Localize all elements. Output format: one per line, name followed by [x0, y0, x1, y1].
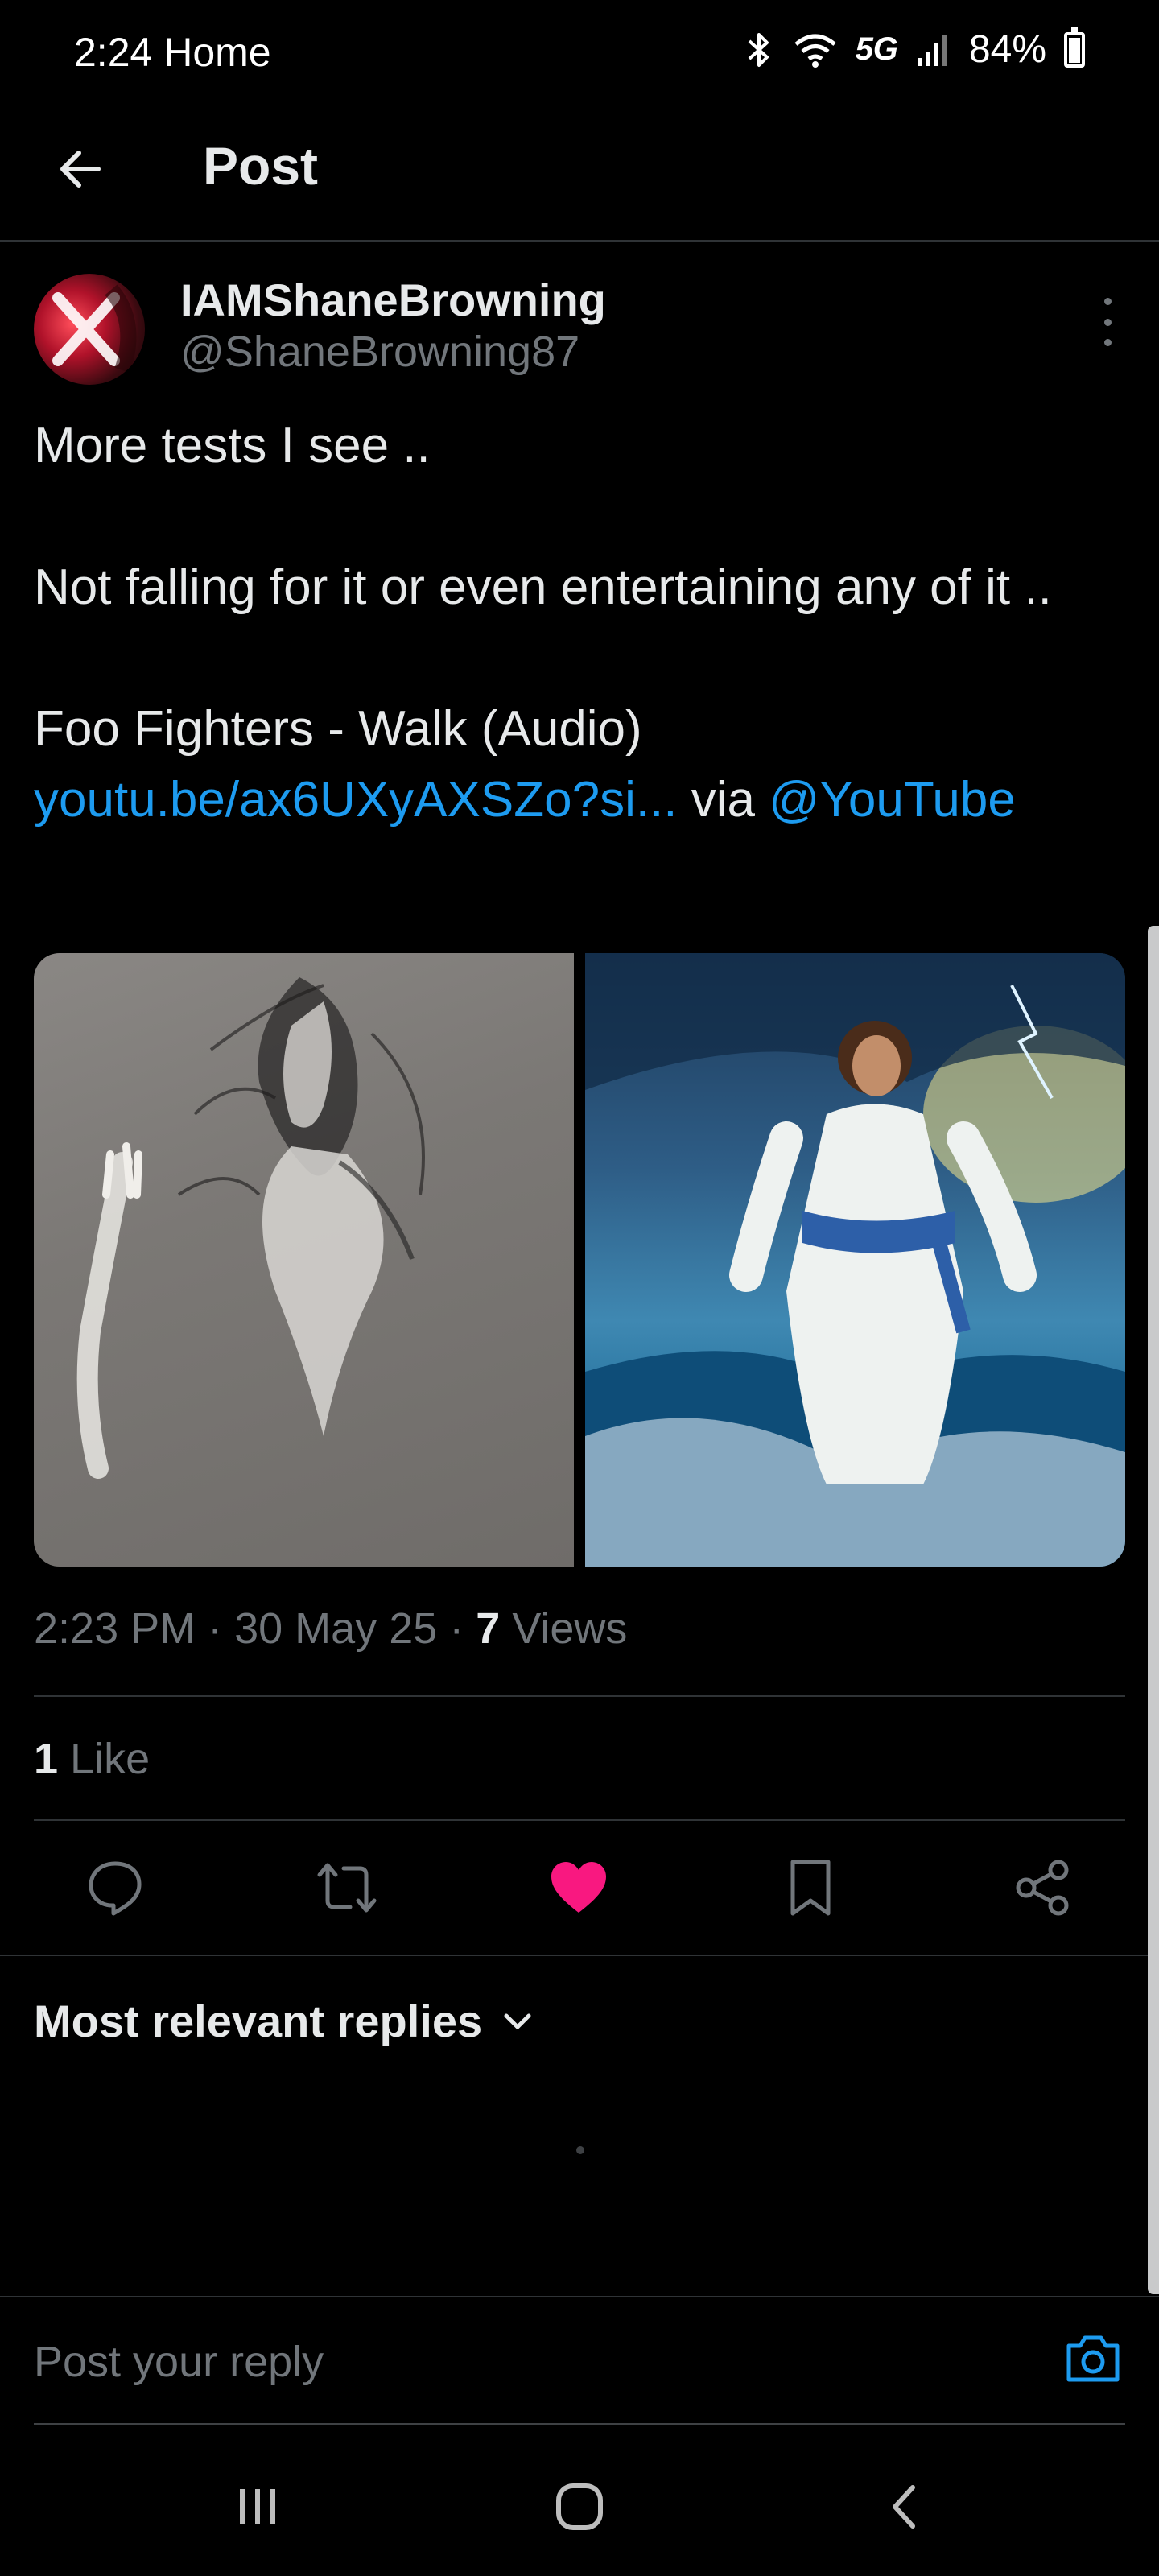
mention-youtube[interactable]: @YouTube	[769, 772, 1016, 828]
author-name[interactable]: IAMShaneBrowning	[180, 274, 606, 326]
sketch-drawing	[76, 977, 425, 1479]
scrollbar[interactable]	[1148, 926, 1159, 2294]
likes-count: 1	[34, 1735, 59, 1783]
camera-button[interactable]	[1061, 2326, 1125, 2391]
like-button[interactable]	[542, 1852, 615, 1924]
home-icon	[556, 2483, 603, 2530]
sketch-image[interactable]	[34, 953, 574, 1567]
reply-input[interactable]	[34, 2322, 1032, 2402]
status-time: 2:24 Home	[74, 30, 271, 75]
replies-sort-dropdown[interactable]: Most relevant replies	[34, 1995, 534, 2047]
post-meta: 2:23 PM · 30 May 25 · 7 Views	[34, 1604, 628, 1653]
divider	[34, 1695, 1125, 1697]
song-title: Foo Fighters - Walk (Audio)	[34, 701, 642, 757]
battery-percent: 84%	[968, 28, 1046, 71]
wifi-icon	[793, 31, 838, 68]
camera-icon	[1066, 2335, 1120, 2382]
post-media	[34, 953, 1125, 1567]
network-type: 5G	[855, 31, 898, 67]
bluetooth-icon	[743, 30, 775, 70]
post-text-line: More tests I see ..	[34, 418, 431, 473]
painting-scene	[585, 953, 1125, 1567]
divider	[0, 1955, 1159, 1956]
repost-button[interactable]	[311, 1852, 383, 1924]
post-actions	[0, 1843, 1159, 1932]
likes-label: Like	[58, 1735, 151, 1783]
reply-underline	[34, 2423, 1125, 2425]
chat-bubble-icon	[89, 1861, 142, 1916]
heart-filled-icon	[551, 1862, 606, 1913]
post-text-line: Not falling for it or even entertaining …	[34, 559, 1052, 615]
views-count[interactable]: 7	[476, 1604, 500, 1653]
repost-icon	[317, 1863, 377, 1913]
home-button[interactable]	[539, 2475, 620, 2539]
avatar-image	[52, 284, 137, 374]
avatar[interactable]	[34, 274, 145, 385]
top-app-bar: Post	[0, 105, 1159, 242]
system-back-button[interactable]	[864, 2475, 945, 2539]
status-icons: 5G 84%	[743, 27, 1085, 72]
recent-apps-icon	[240, 2489, 275, 2524]
post-date: 30 May 25	[234, 1604, 438, 1653]
bookmark-button[interactable]	[774, 1852, 847, 1924]
recent-apps-button[interactable]	[217, 2475, 298, 2539]
post-body: More tests I see .. Not falling for it o…	[34, 411, 1128, 836]
reply-button[interactable]	[79, 1852, 151, 1924]
divider	[34, 1819, 1125, 1821]
walking-on-water-image[interactable]	[585, 953, 1125, 1567]
share-icon	[1016, 1860, 1069, 1916]
bookmark-icon	[790, 1860, 831, 1916]
page-title: Post	[203, 136, 319, 196]
post-text-line: Foo Fighters - Walk (Audio) youtu.be/ax6…	[34, 694, 1128, 836]
more-options-button[interactable]	[1091, 298, 1124, 346]
arrow-left-icon	[60, 151, 101, 188]
signal-icon	[916, 32, 951, 68]
views-label[interactable]: Views	[500, 1604, 627, 1653]
status-bar: 2:24 Home 5G 84%	[0, 0, 1159, 105]
more-vertical-icon	[1103, 298, 1112, 305]
chevron-down-icon	[504, 2013, 531, 2029]
system-navigation-bar	[0, 2439, 1159, 2576]
replies-sort-label: Most relevant replies	[34, 1996, 483, 2046]
loading-indicator	[576, 2146, 584, 2154]
author-handle[interactable]: @ShaneBrowning87	[180, 327, 580, 377]
via-text: via	[677, 772, 769, 828]
youtube-link[interactable]: youtu.be/ax6UXyAXSZo?si...	[34, 772, 678, 828]
post-time: 2:23 PM	[34, 1604, 196, 1653]
share-button[interactable]	[1006, 1852, 1079, 1924]
chevron-left-icon	[893, 2485, 915, 2529]
likes-summary[interactable]: 1 Like	[34, 1734, 150, 1784]
battery-icon	[1064, 27, 1085, 68]
back-button[interactable]	[48, 137, 113, 201]
reply-composer	[0, 2296, 1159, 2425]
